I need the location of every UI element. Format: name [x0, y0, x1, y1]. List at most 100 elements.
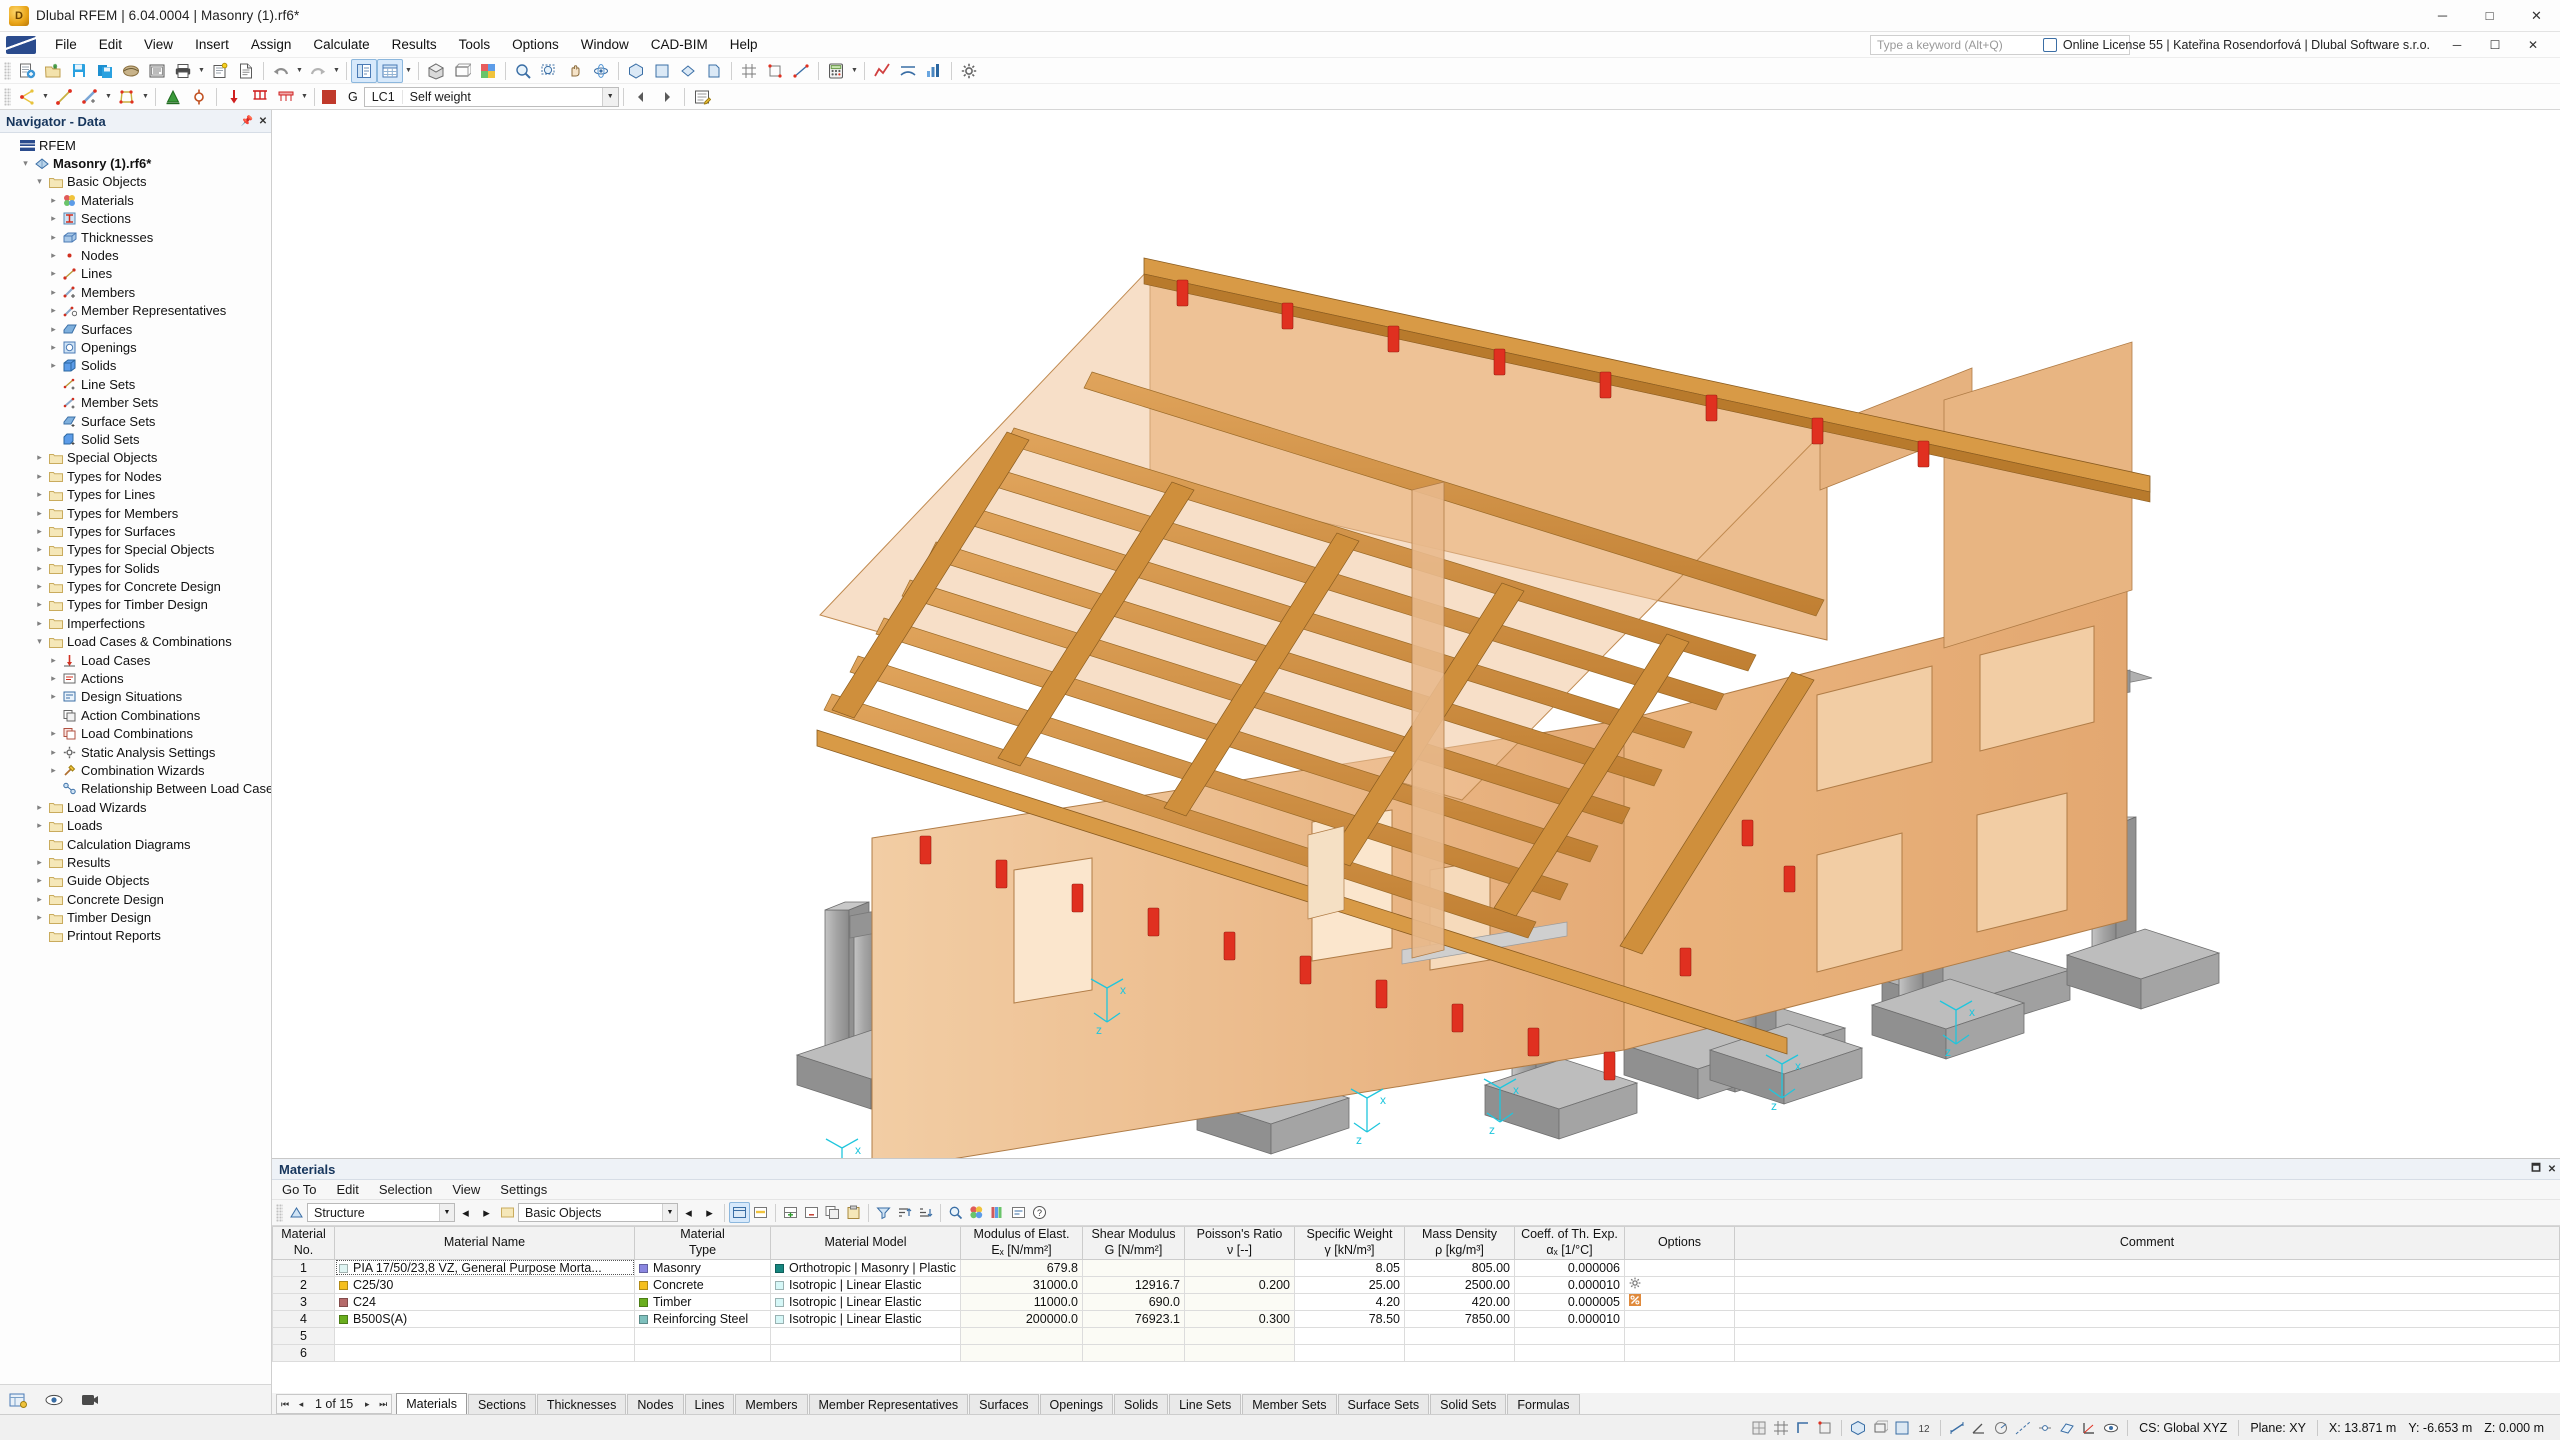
close-button[interactable]: ✕: [2513, 0, 2560, 32]
render-mode-button[interactable]: [423, 59, 449, 83]
table-row[interactable]: 1 PIA 17/50/23,8 VZ, General Purpose Mort…: [272, 1258, 2560, 1277]
table-help-button[interactable]: ?: [1029, 1202, 1050, 1223]
cell-modulus-of-elasticity[interactable]: 11000.0: [960, 1292, 1083, 1311]
chevron-right-icon[interactable]: ▸: [32, 800, 47, 814]
table-filter-button[interactable]: [873, 1202, 894, 1223]
osnap-button[interactable]: [762, 59, 788, 83]
cell-poissons-ratio[interactable]: [1184, 1292, 1295, 1311]
new-line-load-button[interactable]: [247, 85, 273, 109]
structure-combo-arrow-icon[interactable]: ▼: [439, 1204, 454, 1221]
cell-comment[interactable]: [1734, 1292, 2560, 1311]
cell-material-no[interactable]: 2: [272, 1275, 335, 1294]
table-tab-materials[interactable]: Materials: [396, 1393, 467, 1414]
wireframe-button[interactable]: [449, 59, 475, 83]
column-header-material-name[interactable]: Material Name: [334, 1227, 635, 1260]
nav-item-types-for-concrete-design[interactable]: ▸ Types for Concrete Design: [0, 577, 271, 595]
cell-comment[interactable]: [1734, 1326, 2560, 1345]
cell-modulus-of-elasticity[interactable]: [960, 1343, 1083, 1362]
navigator-views-tab-icon[interactable]: [78, 1389, 102, 1411]
status-dim-line-icon[interactable]: [1946, 1418, 1968, 1438]
chevron-right-icon[interactable]: ▸: [32, 911, 47, 925]
nav-item-types-for-surfaces[interactable]: ▸ Types for Surfaces: [0, 522, 271, 540]
nav-item-combination-wizards[interactable]: ▸ Combination Wizards: [0, 761, 271, 779]
nav-item-relationship-between-load-cases[interactable]: Relationship Between Load Cases: [0, 780, 271, 798]
new-member-button[interactable]: [77, 85, 103, 109]
deformation-button[interactable]: [895, 59, 921, 83]
cell-material-type[interactable]: [634, 1343, 771, 1362]
nav-item-load-cases[interactable]: ▸ Load Cases: [0, 651, 271, 669]
cell-material-model[interactable]: Orthotropic | Masonry | Plastic (...: [770, 1258, 961, 1277]
guides-button[interactable]: [788, 59, 814, 83]
chevron-right-icon[interactable]: ▸: [46, 285, 61, 299]
table-tab-line-sets[interactable]: Line Sets: [1169, 1394, 1242, 1414]
print-dropdown-arrow-icon[interactable]: ▼: [196, 59, 207, 83]
new-nodal-load-button[interactable]: [221, 85, 247, 109]
chevron-right-icon[interactable]: ▸: [46, 727, 61, 741]
doc-restore-button[interactable]: ☐: [2476, 32, 2514, 58]
cell-material-type[interactable]: Masonry: [634, 1258, 771, 1277]
colors-button[interactable]: [475, 59, 501, 83]
nav-item-types-for-timber-design[interactable]: ▸ Types for Timber Design: [0, 596, 271, 614]
cell-shear-modulus[interactable]: [1082, 1258, 1185, 1277]
cell-material-model[interactable]: Isotropic | Linear Elastic: [770, 1275, 961, 1294]
table-menu-edit[interactable]: Edit: [326, 1180, 368, 1200]
cell-mass-density[interactable]: 420.00: [1404, 1292, 1515, 1311]
cell-modulus-of-elasticity[interactable]: 31000.0: [960, 1275, 1083, 1294]
redo-button[interactable]: [305, 59, 331, 83]
navigator-toggle-button[interactable]: [351, 58, 377, 83]
new-surface-load-button[interactable]: [273, 85, 299, 109]
nav-item-imperfections[interactable]: ▸ Imperfections: [0, 614, 271, 632]
chevron-right-icon[interactable]: ▸: [46, 690, 61, 704]
new-line-button[interactable]: [51, 85, 77, 109]
nav-item-nodes[interactable]: ▸ Nodes: [0, 246, 271, 264]
redo-dropdown-arrow-icon[interactable]: ▼: [331, 59, 342, 83]
chevron-right-icon[interactable]: ▸: [32, 616, 47, 630]
cell-options[interactable]: [1624, 1292, 1735, 1311]
table-panel-close-button[interactable]: ✕: [2544, 1161, 2560, 1177]
menu-item-view[interactable]: View: [133, 32, 184, 58]
new-hinge-button[interactable]: [186, 85, 212, 109]
cell-coeff-thermal-expansion[interactable]: [1514, 1326, 1625, 1345]
cell-material-type[interactable]: Concrete: [634, 1275, 771, 1294]
table-tab-sections[interactable]: Sections: [467, 1394, 536, 1414]
cell-material-name[interactable]: C24: [334, 1292, 635, 1311]
status-osnap-icon[interactable]: [1814, 1418, 1836, 1438]
cell-options[interactable]: [1624, 1343, 1735, 1362]
cell-specific-weight[interactable]: 78.50: [1294, 1309, 1405, 1328]
menu-item-assign[interactable]: Assign: [240, 32, 303, 58]
objects-nav-next-button[interactable]: ▸: [699, 1202, 720, 1223]
cell-specific-weight[interactable]: [1294, 1326, 1405, 1345]
navigator-display-tab-icon[interactable]: [42, 1389, 66, 1411]
cell-shear-modulus[interactable]: [1082, 1343, 1185, 1362]
load-case-selector[interactable]: G LC1 Self weight ▼: [342, 86, 619, 107]
table-nav-prev-button[interactable]: ◂: [455, 1202, 476, 1223]
cell-material-type[interactable]: [634, 1326, 771, 1345]
chevron-right-icon[interactable]: ▸: [32, 874, 47, 888]
chevron-right-icon[interactable]: ▸: [46, 653, 61, 667]
structure-icon[interactable]: [286, 1202, 307, 1223]
basic-objects-icon[interactable]: [497, 1202, 518, 1223]
results-on-off-button[interactable]: [869, 59, 895, 83]
nav-item-sections[interactable]: ▸ Sections: [0, 210, 271, 228]
cell-modulus-of-elasticity[interactable]: 679.8: [960, 1258, 1083, 1277]
nav-item-openings[interactable]: ▸ Openings: [0, 338, 271, 356]
cell-options[interactable]: [1624, 1326, 1735, 1345]
table-panel-float-button[interactable]: 🗖: [2528, 1161, 2544, 1177]
view-top-button[interactable]: [675, 59, 701, 83]
chevron-right-icon[interactable]: ▸: [32, 892, 47, 906]
menu-item-tools[interactable]: Tools: [448, 32, 502, 58]
navigator-close-button[interactable]: ✕: [255, 113, 271, 129]
table-tab-solids[interactable]: Solids: [1114, 1394, 1169, 1414]
chevron-right-icon[interactable]: ▸: [32, 580, 47, 594]
chevron-right-icon[interactable]: ▸: [32, 543, 47, 557]
chevron-right-icon[interactable]: ▸: [46, 763, 61, 777]
cell-poissons-ratio[interactable]: [1184, 1258, 1295, 1277]
table-material-library-button[interactable]: [987, 1202, 1008, 1223]
cell-comment[interactable]: [1734, 1258, 2560, 1277]
basic-objects-combo-arrow-icon[interactable]: ▼: [662, 1204, 677, 1221]
table-toolbar-grip[interactable]: [276, 1203, 283, 1222]
doc-minimize-button[interactable]: ─: [2438, 32, 2476, 58]
table-tab-member-sets[interactable]: Member Sets: [1242, 1394, 1337, 1414]
chevron-right-icon[interactable]: ▸: [32, 451, 47, 465]
column-header-kg-m[interactable]: Mass Density ρ [kg/m³]: [1404, 1227, 1515, 1260]
